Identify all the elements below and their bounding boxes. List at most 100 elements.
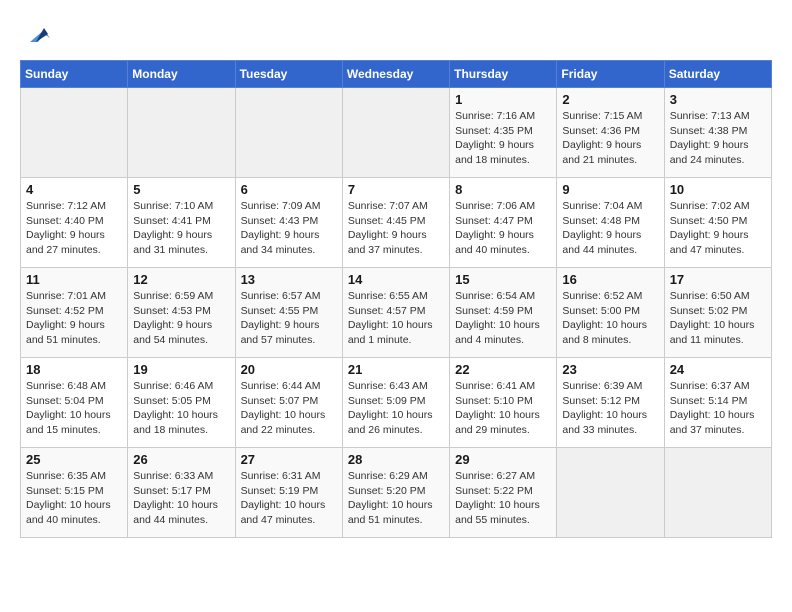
day-number: 23 [562,362,658,377]
day-number: 14 [348,272,444,287]
header-day-friday: Friday [557,61,664,88]
day-info: Sunrise: 6:52 AMSunset: 5:00 PMDaylight:… [562,289,658,348]
header-day-thursday: Thursday [450,61,557,88]
calendar-cell: 5 Sunrise: 7:10 AMSunset: 4:41 PMDaylight… [128,178,235,268]
day-number: 9 [562,182,658,197]
page-header [20,20,772,50]
day-number: 10 [670,182,766,197]
day-info: Sunrise: 7:04 AMSunset: 4:48 PMDaylight:… [562,199,658,258]
week-row-4: 18 Sunrise: 6:48 AMSunset: 5:04 PMDayligh… [21,358,772,448]
day-number: 3 [670,92,766,107]
day-info: Sunrise: 7:02 AMSunset: 4:50 PMDaylight:… [670,199,766,258]
logo-icon [22,20,52,50]
day-info: Sunrise: 7:15 AMSunset: 4:36 PMDaylight:… [562,109,658,168]
day-info: Sunrise: 7:13 AMSunset: 4:38 PMDaylight:… [670,109,766,168]
calendar-cell: 26 Sunrise: 6:33 AMSunset: 5:17 PMDayligh… [128,448,235,538]
day-number: 15 [455,272,551,287]
calendar-cell: 20 Sunrise: 6:44 AMSunset: 5:07 PMDayligh… [235,358,342,448]
calendar-cell: 12 Sunrise: 6:59 AMSunset: 4:53 PMDayligh… [128,268,235,358]
calendar-cell: 14 Sunrise: 6:55 AMSunset: 4:57 PMDayligh… [342,268,449,358]
day-info: Sunrise: 7:16 AMSunset: 4:35 PMDaylight:… [455,109,551,168]
calendar-cell: 15 Sunrise: 6:54 AMSunset: 4:59 PMDayligh… [450,268,557,358]
calendar-cell: 2 Sunrise: 7:15 AMSunset: 4:36 PMDaylight… [557,88,664,178]
day-number: 22 [455,362,551,377]
day-number: 8 [455,182,551,197]
day-info: Sunrise: 6:48 AMSunset: 5:04 PMDaylight:… [26,379,122,438]
day-number: 17 [670,272,766,287]
calendar-cell: 29Sunrise: 6:27 AMSunset: 5:22 PMDayligh… [450,448,557,538]
calendar-cell: 10 Sunrise: 7:02 AMSunset: 4:50 PMDayligh… [664,178,771,268]
calendar-cell: 25 Sunrise: 6:35 AMSunset: 5:15 PMDayligh… [21,448,128,538]
header-row: SundayMondayTuesdayWednesdayThursdayFrid… [21,61,772,88]
week-row-2: 4 Sunrise: 7:12 AMSunset: 4:40 PMDaylight… [21,178,772,268]
day-info: Sunrise: 6:31 AMSunset: 5:19 PMDaylight:… [241,469,337,528]
day-number: 21 [348,362,444,377]
calendar-body: 1 Sunrise: 7:16 AMSunset: 4:35 PMDaylight… [21,88,772,538]
day-info: Sunrise: 7:06 AMSunset: 4:47 PMDaylight:… [455,199,551,258]
calendar-cell: 8 Sunrise: 7:06 AMSunset: 4:47 PMDaylight… [450,178,557,268]
day-number: 20 [241,362,337,377]
header-day-wednesday: Wednesday [342,61,449,88]
calendar-cell: 9 Sunrise: 7:04 AMSunset: 4:48 PMDaylight… [557,178,664,268]
day-number: 25 [26,452,122,467]
logo [20,20,52,50]
week-row-5: 25 Sunrise: 6:35 AMSunset: 5:15 PMDayligh… [21,448,772,538]
day-number: 4 [26,182,122,197]
day-info: Sunrise: 7:09 AMSunset: 4:43 PMDaylight:… [241,199,337,258]
calendar-cell: 24 Sunrise: 6:37 AMSunset: 5:14 PMDayligh… [664,358,771,448]
day-number: 5 [133,182,229,197]
calendar-cell: 1 Sunrise: 7:16 AMSunset: 4:35 PMDaylight… [450,88,557,178]
calendar-cell: 16Sunrise: 6:52 AMSunset: 5:00 PMDayligh… [557,268,664,358]
day-info: Sunrise: 6:35 AMSunset: 5:15 PMDaylight:… [26,469,122,528]
calendar-cell: 17 Sunrise: 6:50 AMSunset: 5:02 PMDayligh… [664,268,771,358]
calendar-cell: 27 Sunrise: 6:31 AMSunset: 5:19 PMDayligh… [235,448,342,538]
day-info: Sunrise: 6:41 AMSunset: 5:10 PMDaylight:… [455,379,551,438]
day-number: 18 [26,362,122,377]
calendar-cell [21,88,128,178]
calendar-cell: 6 Sunrise: 7:09 AMSunset: 4:43 PMDaylight… [235,178,342,268]
calendar-cell: 21Sunrise: 6:43 AMSunset: 5:09 PMDayligh… [342,358,449,448]
calendar-cell: 11 Sunrise: 7:01 AMSunset: 4:52 PMDayligh… [21,268,128,358]
day-number: 27 [241,452,337,467]
day-info: Sunrise: 6:54 AMSunset: 4:59 PMDaylight:… [455,289,551,348]
day-info: Sunrise: 6:44 AMSunset: 5:07 PMDaylight:… [241,379,337,438]
day-info: Sunrise: 7:10 AMSunset: 4:41 PMDaylight:… [133,199,229,258]
day-number: 11 [26,272,122,287]
week-row-1: 1 Sunrise: 7:16 AMSunset: 4:35 PMDaylight… [21,88,772,178]
day-info: Sunrise: 6:37 AMSunset: 5:14 PMDaylight:… [670,379,766,438]
calendar-cell [342,88,449,178]
day-info: Sunrise: 6:50 AMSunset: 5:02 PMDaylight:… [670,289,766,348]
day-info: Sunrise: 6:46 AMSunset: 5:05 PMDaylight:… [133,379,229,438]
day-number: 2 [562,92,658,107]
calendar-cell: 22 Sunrise: 6:41 AMSunset: 5:10 PMDayligh… [450,358,557,448]
calendar-header: SundayMondayTuesdayWednesdayThursdayFrid… [21,61,772,88]
calendar-cell: 13Sunrise: 6:57 AMSunset: 4:55 PMDayligh… [235,268,342,358]
header-day-saturday: Saturday [664,61,771,88]
day-number: 26 [133,452,229,467]
day-number: 6 [241,182,337,197]
calendar-cell: 3 Sunrise: 7:13 AMSunset: 4:38 PMDaylight… [664,88,771,178]
day-info: Sunrise: 6:29 AMSunset: 5:20 PMDaylight:… [348,469,444,528]
day-info: Sunrise: 6:33 AMSunset: 5:17 PMDaylight:… [133,469,229,528]
day-number: 12 [133,272,229,287]
day-number: 1 [455,92,551,107]
day-number: 24 [670,362,766,377]
day-info: Sunrise: 6:27 AMSunset: 5:22 PMDaylight:… [455,469,551,528]
week-row-3: 11 Sunrise: 7:01 AMSunset: 4:52 PMDayligh… [21,268,772,358]
calendar-cell: 28 Sunrise: 6:29 AMSunset: 5:20 PMDayligh… [342,448,449,538]
day-info: Sunrise: 7:07 AMSunset: 4:45 PMDaylight:… [348,199,444,258]
calendar-cell: 7Sunrise: 7:07 AMSunset: 4:45 PMDaylight… [342,178,449,268]
day-info: Sunrise: 7:12 AMSunset: 4:40 PMDaylight:… [26,199,122,258]
calendar-cell [128,88,235,178]
header-day-tuesday: Tuesday [235,61,342,88]
day-number: 28 [348,452,444,467]
day-info: Sunrise: 7:01 AMSunset: 4:52 PMDaylight:… [26,289,122,348]
calendar-cell [557,448,664,538]
header-day-sunday: Sunday [21,61,128,88]
header-day-monday: Monday [128,61,235,88]
day-info: Sunrise: 6:55 AMSunset: 4:57 PMDaylight:… [348,289,444,348]
day-info: Sunrise: 6:57 AMSunset: 4:55 PMDaylight:… [241,289,337,348]
day-info: Sunrise: 6:59 AMSunset: 4:53 PMDaylight:… [133,289,229,348]
calendar-cell [235,88,342,178]
calendar-cell: 18 Sunrise: 6:48 AMSunset: 5:04 PMDayligh… [21,358,128,448]
